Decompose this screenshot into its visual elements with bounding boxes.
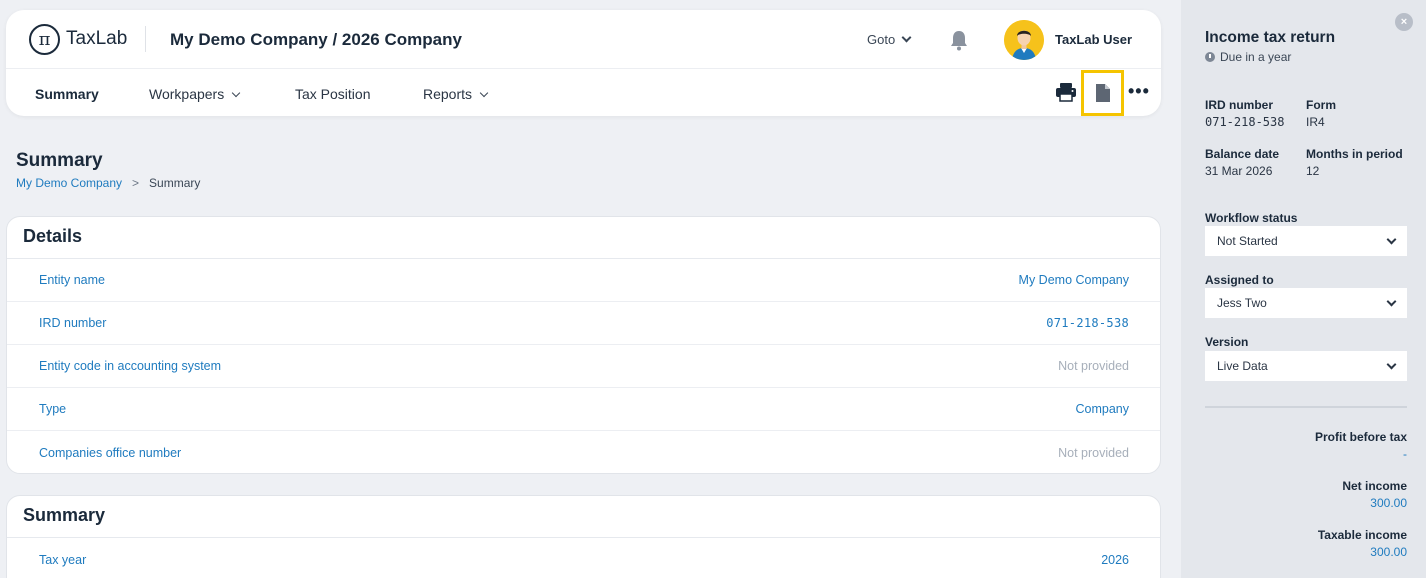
assigned-to-select[interactable]: Jess Two (1205, 288, 1407, 318)
assigned-to-label: Assigned to (1205, 273, 1274, 287)
pi-logo-icon: π (29, 23, 60, 55)
detail-row-ird-number: IRD number 071-218-538 (7, 302, 1160, 345)
tab-label: Workpapers (149, 86, 225, 102)
user-avatar[interactable] (1004, 20, 1044, 60)
chevron-down-icon (1386, 296, 1397, 306)
chevron-down-icon (1386, 234, 1397, 244)
goto-dropdown[interactable]: Goto (867, 32, 912, 47)
tab-tax-position[interactable]: Tax Position (295, 86, 370, 102)
row-label: IRD number (39, 316, 107, 330)
tab-reports[interactable]: Reports (423, 86, 489, 102)
taxlab-logo[interactable]: π TaxLab (29, 23, 127, 55)
select-value: Not Started (1217, 234, 1278, 248)
header-divider (145, 26, 146, 52)
header-card: π TaxLab My Demo Company / 2026 Company … (6, 10, 1161, 116)
tab-label: Reports (423, 86, 473, 102)
field-value: 12 (1306, 164, 1320, 178)
metric-label: Profit before tax (1314, 430, 1407, 444)
tab-summary[interactable]: Summary (35, 86, 99, 102)
net-income: Net income 300.00 (1342, 479, 1407, 510)
breadcrumb: My Demo Company > Summary (16, 176, 200, 190)
row-label: Tax year (39, 552, 87, 567)
metric-label: Taxable income (1317, 528, 1407, 542)
return-side-panel: × Income tax return Due in a year IRD nu… (1181, 0, 1426, 578)
row-value[interactable]: 2026 (1101, 553, 1129, 567)
field-value: 071-218-538 (1205, 115, 1285, 129)
details-card: Details Entity name My Demo Company IRD … (6, 216, 1161, 474)
row-value[interactable]: My Demo Company (1019, 273, 1129, 287)
field-value: IR4 (1306, 115, 1325, 129)
document-button[interactable] (1081, 70, 1124, 116)
panel-divider (1205, 406, 1407, 408)
version-select[interactable]: Live Data (1205, 351, 1407, 381)
row-label: Entity code in accounting system (39, 359, 222, 373)
summary-card: Summary Tax year 2026 (6, 495, 1161, 578)
chevron-down-icon (231, 88, 241, 97)
tab-label: Tax Position (295, 86, 371, 102)
detail-row-entity-name: Entity name My Demo Company (7, 259, 1160, 302)
top-bar: π TaxLab My Demo Company / 2026 Company … (6, 10, 1161, 69)
taxable-income: Taxable income 300.00 (1318, 528, 1407, 559)
profit-before-tax: Profit before tax - (1315, 430, 1407, 461)
panel-months-in-period: Months in period 12 (1306, 147, 1403, 178)
breadcrumb-current: Summary (149, 176, 201, 190)
detail-row-type: Type Company (7, 388, 1160, 431)
metric-value[interactable]: - (1315, 447, 1407, 461)
workflow-status-select[interactable]: Not Started (1205, 226, 1407, 256)
field-label: Months in period (1306, 147, 1403, 161)
more-options-icon[interactable]: ••• (1128, 82, 1150, 100)
logo-text: TaxLab (66, 28, 128, 49)
tab-workpapers[interactable]: Workpapers (149, 86, 241, 102)
panel-title: Income tax return (1205, 29, 1336, 46)
document-icon (1095, 84, 1110, 102)
select-value: Live Data (1217, 359, 1268, 373)
clock-icon (1205, 52, 1215, 62)
metric-label: Net income (1342, 479, 1407, 493)
print-icon[interactable] (1055, 82, 1077, 102)
breadcrumb-separator: > (132, 176, 140, 190)
chevron-down-icon (901, 32, 912, 43)
page-title: Summary (16, 150, 103, 171)
select-value: Jess Two (1217, 296, 1267, 310)
panel-ird-number: IRD number 071-218-538 (1205, 98, 1284, 129)
due-text: Due in a year (1220, 50, 1292, 64)
row-value[interactable]: Not provided (1058, 446, 1129, 460)
version-label: Version (1205, 335, 1249, 349)
notification-bell-icon[interactable] (949, 29, 969, 51)
close-icon[interactable]: × (1395, 13, 1413, 31)
summary-card-title: Summary (7, 496, 1160, 538)
metric-value[interactable]: 300.00 (1318, 545, 1407, 559)
row-label: Type (39, 402, 67, 416)
panel-balance-date: Balance date 31 Mar 2026 (1205, 147, 1279, 178)
breadcrumb-link-company[interactable]: My Demo Company (16, 176, 122, 190)
detail-row-companies-office-number: Companies office number Not provided (7, 431, 1160, 473)
field-label: IRD number (1205, 98, 1274, 112)
metric-value[interactable]: 300.00 (1342, 496, 1407, 510)
due-status: Due in a year (1205, 50, 1291, 64)
field-value: 31 Mar 2026 (1205, 164, 1273, 178)
user-name[interactable]: TaxLab User (1055, 32, 1132, 47)
row-value[interactable]: Not provided (1058, 359, 1129, 373)
main-nav: Summary Workpapers Tax Position Reports (6, 70, 1161, 116)
details-card-title: Details (7, 217, 1160, 259)
field-label: Balance date (1205, 147, 1280, 161)
summary-row-tax-year: Tax year 2026 (7, 538, 1160, 578)
chevron-down-icon (479, 88, 489, 97)
workflow-status-label: Workflow status (1205, 211, 1298, 225)
goto-label: Goto (867, 32, 896, 47)
chevron-down-icon (1386, 359, 1397, 369)
row-value[interactable]: Company (1076, 402, 1130, 416)
panel-form: Form IR4 (1306, 98, 1336, 129)
row-label: Companies office number (39, 445, 182, 460)
tab-label: Summary (35, 86, 99, 102)
row-label: Entity name (39, 273, 106, 287)
field-label: Form (1306, 98, 1336, 112)
company-title: My Demo Company / 2026 Company (170, 30, 462, 49)
detail-row-entity-code: Entity code in accounting system Not pro… (7, 345, 1160, 388)
row-value[interactable]: 071-218-538 (1046, 316, 1129, 330)
